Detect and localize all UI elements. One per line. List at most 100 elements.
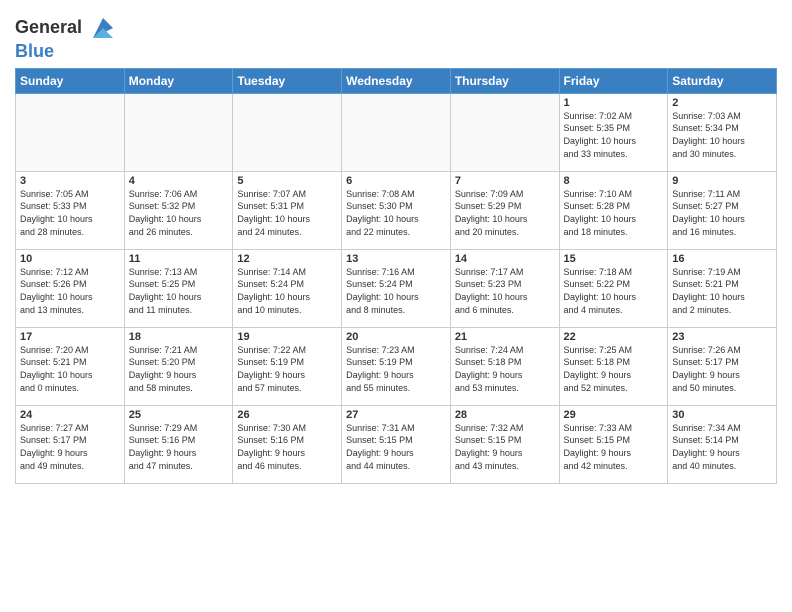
day-info: Sunrise: 7:26 AM Sunset: 5:17 PM Dayligh… (672, 344, 772, 394)
day-number: 6 (346, 175, 446, 187)
day-number: 29 (564, 409, 664, 421)
day-number: 5 (237, 175, 337, 187)
day-info: Sunrise: 7:19 AM Sunset: 5:21 PM Dayligh… (672, 266, 772, 316)
logo: General Blue (15, 14, 117, 62)
logo-blue-text: Blue (15, 41, 54, 61)
calendar-cell: 20Sunrise: 7:23 AM Sunset: 5:19 PM Dayli… (342, 327, 451, 405)
day-info: Sunrise: 7:30 AM Sunset: 5:16 PM Dayligh… (237, 422, 337, 472)
day-info: Sunrise: 7:20 AM Sunset: 5:21 PM Dayligh… (20, 344, 120, 394)
day-number: 7 (455, 175, 555, 187)
week-row-0: 1Sunrise: 7:02 AM Sunset: 5:35 PM Daylig… (16, 93, 777, 171)
day-info: Sunrise: 7:07 AM Sunset: 5:31 PM Dayligh… (237, 188, 337, 238)
day-number: 30 (672, 409, 772, 421)
day-info: Sunrise: 7:11 AM Sunset: 5:27 PM Dayligh… (672, 188, 772, 238)
header-sunday: Sunday (16, 68, 125, 93)
calendar-table: SundayMondayTuesdayWednesdayThursdayFrid… (15, 68, 777, 484)
day-info: Sunrise: 7:23 AM Sunset: 5:19 PM Dayligh… (346, 344, 446, 394)
calendar-cell (450, 93, 559, 171)
day-number: 27 (346, 409, 446, 421)
calendar-cell: 28Sunrise: 7:32 AM Sunset: 5:15 PM Dayli… (450, 405, 559, 483)
day-number: 9 (672, 175, 772, 187)
day-info: Sunrise: 7:03 AM Sunset: 5:34 PM Dayligh… (672, 110, 772, 160)
calendar-cell: 15Sunrise: 7:18 AM Sunset: 5:22 PM Dayli… (559, 249, 668, 327)
header-row: SundayMondayTuesdayWednesdayThursdayFrid… (16, 68, 777, 93)
day-number: 3 (20, 175, 120, 187)
day-number: 11 (129, 253, 229, 265)
day-info: Sunrise: 7:27 AM Sunset: 5:17 PM Dayligh… (20, 422, 120, 472)
day-info: Sunrise: 7:25 AM Sunset: 5:18 PM Dayligh… (564, 344, 664, 394)
calendar-cell: 4Sunrise: 7:06 AM Sunset: 5:32 PM Daylig… (124, 171, 233, 249)
day-info: Sunrise: 7:09 AM Sunset: 5:29 PM Dayligh… (455, 188, 555, 238)
day-info: Sunrise: 7:22 AM Sunset: 5:19 PM Dayligh… (237, 344, 337, 394)
calendar-cell: 25Sunrise: 7:29 AM Sunset: 5:16 PM Dayli… (124, 405, 233, 483)
day-info: Sunrise: 7:08 AM Sunset: 5:30 PM Dayligh… (346, 188, 446, 238)
calendar-cell: 24Sunrise: 7:27 AM Sunset: 5:17 PM Dayli… (16, 405, 125, 483)
day-number: 13 (346, 253, 446, 265)
page-container: General Blue SundayMondayTuesdayWednesda… (0, 0, 792, 494)
header-thursday: Thursday (450, 68, 559, 93)
day-number: 26 (237, 409, 337, 421)
day-info: Sunrise: 7:21 AM Sunset: 5:20 PM Dayligh… (129, 344, 229, 394)
logo-general-text: General (15, 17, 82, 37)
day-number: 17 (20, 331, 120, 343)
day-number: 21 (455, 331, 555, 343)
calendar-cell: 26Sunrise: 7:30 AM Sunset: 5:16 PM Dayli… (233, 405, 342, 483)
calendar-cell: 6Sunrise: 7:08 AM Sunset: 5:30 PM Daylig… (342, 171, 451, 249)
day-info: Sunrise: 7:12 AM Sunset: 5:26 PM Dayligh… (20, 266, 120, 316)
calendar-cell: 10Sunrise: 7:12 AM Sunset: 5:26 PM Dayli… (16, 249, 125, 327)
day-number: 22 (564, 331, 664, 343)
calendar-cell (124, 93, 233, 171)
day-info: Sunrise: 7:18 AM Sunset: 5:22 PM Dayligh… (564, 266, 664, 316)
day-info: Sunrise: 7:33 AM Sunset: 5:15 PM Dayligh… (564, 422, 664, 472)
calendar-cell: 22Sunrise: 7:25 AM Sunset: 5:18 PM Dayli… (559, 327, 668, 405)
calendar-cell: 7Sunrise: 7:09 AM Sunset: 5:29 PM Daylig… (450, 171, 559, 249)
day-number: 18 (129, 331, 229, 343)
day-number: 19 (237, 331, 337, 343)
calendar-cell (342, 93, 451, 171)
day-number: 1 (564, 97, 664, 109)
calendar-cell: 12Sunrise: 7:14 AM Sunset: 5:24 PM Dayli… (233, 249, 342, 327)
week-row-3: 17Sunrise: 7:20 AM Sunset: 5:21 PM Dayli… (16, 327, 777, 405)
header: General Blue (15, 10, 777, 62)
calendar-cell: 16Sunrise: 7:19 AM Sunset: 5:21 PM Dayli… (668, 249, 777, 327)
day-info: Sunrise: 7:17 AM Sunset: 5:23 PM Dayligh… (455, 266, 555, 316)
calendar-cell: 21Sunrise: 7:24 AM Sunset: 5:18 PM Dayli… (450, 327, 559, 405)
day-info: Sunrise: 7:24 AM Sunset: 5:18 PM Dayligh… (455, 344, 555, 394)
calendar-cell: 5Sunrise: 7:07 AM Sunset: 5:31 PM Daylig… (233, 171, 342, 249)
day-info: Sunrise: 7:29 AM Sunset: 5:16 PM Dayligh… (129, 422, 229, 472)
day-info: Sunrise: 7:31 AM Sunset: 5:15 PM Dayligh… (346, 422, 446, 472)
day-info: Sunrise: 7:14 AM Sunset: 5:24 PM Dayligh… (237, 266, 337, 316)
day-info: Sunrise: 7:06 AM Sunset: 5:32 PM Dayligh… (129, 188, 229, 238)
calendar-cell: 17Sunrise: 7:20 AM Sunset: 5:21 PM Dayli… (16, 327, 125, 405)
day-number: 4 (129, 175, 229, 187)
day-number: 2 (672, 97, 772, 109)
calendar-cell: 13Sunrise: 7:16 AM Sunset: 5:24 PM Dayli… (342, 249, 451, 327)
day-number: 23 (672, 331, 772, 343)
calendar-cell: 14Sunrise: 7:17 AM Sunset: 5:23 PM Dayli… (450, 249, 559, 327)
calendar-cell: 3Sunrise: 7:05 AM Sunset: 5:33 PM Daylig… (16, 171, 125, 249)
day-number: 24 (20, 409, 120, 421)
calendar-cell: 1Sunrise: 7:02 AM Sunset: 5:35 PM Daylig… (559, 93, 668, 171)
day-number: 10 (20, 253, 120, 265)
day-number: 8 (564, 175, 664, 187)
day-info: Sunrise: 7:05 AM Sunset: 5:33 PM Dayligh… (20, 188, 120, 238)
calendar-cell: 9Sunrise: 7:11 AM Sunset: 5:27 PM Daylig… (668, 171, 777, 249)
calendar-body: 1Sunrise: 7:02 AM Sunset: 5:35 PM Daylig… (16, 93, 777, 483)
day-info: Sunrise: 7:16 AM Sunset: 5:24 PM Dayligh… (346, 266, 446, 316)
calendar-cell (233, 93, 342, 171)
header-saturday: Saturday (668, 68, 777, 93)
week-row-2: 10Sunrise: 7:12 AM Sunset: 5:26 PM Dayli… (16, 249, 777, 327)
header-wednesday: Wednesday (342, 68, 451, 93)
week-row-4: 24Sunrise: 7:27 AM Sunset: 5:17 PM Dayli… (16, 405, 777, 483)
header-friday: Friday (559, 68, 668, 93)
day-info: Sunrise: 7:02 AM Sunset: 5:35 PM Dayligh… (564, 110, 664, 160)
calendar-cell (16, 93, 125, 171)
day-number: 28 (455, 409, 555, 421)
header-tuesday: Tuesday (233, 68, 342, 93)
day-number: 20 (346, 331, 446, 343)
calendar-cell: 18Sunrise: 7:21 AM Sunset: 5:20 PM Dayli… (124, 327, 233, 405)
calendar-cell: 19Sunrise: 7:22 AM Sunset: 5:19 PM Dayli… (233, 327, 342, 405)
calendar-cell: 23Sunrise: 7:26 AM Sunset: 5:17 PM Dayli… (668, 327, 777, 405)
header-monday: Monday (124, 68, 233, 93)
logo-icon (89, 14, 117, 42)
